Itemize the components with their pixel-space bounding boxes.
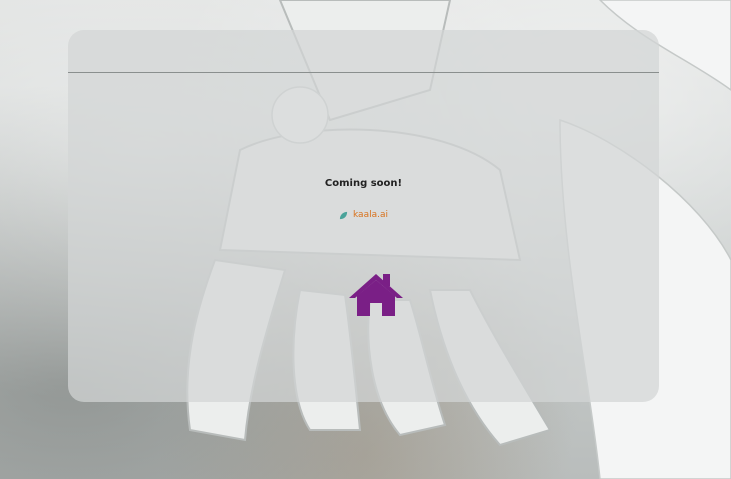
brand-name: kaala.ai xyxy=(353,210,388,220)
coming-soon-text: Coming soon! xyxy=(324,178,403,189)
content-card: Coming soon! kaala.ai xyxy=(68,30,659,402)
home-button[interactable] xyxy=(347,272,405,318)
brand-link[interactable]: kaala.ai xyxy=(68,210,659,220)
home-icon xyxy=(349,274,403,316)
leaf-icon xyxy=(339,211,348,219)
header-divider xyxy=(68,72,659,73)
